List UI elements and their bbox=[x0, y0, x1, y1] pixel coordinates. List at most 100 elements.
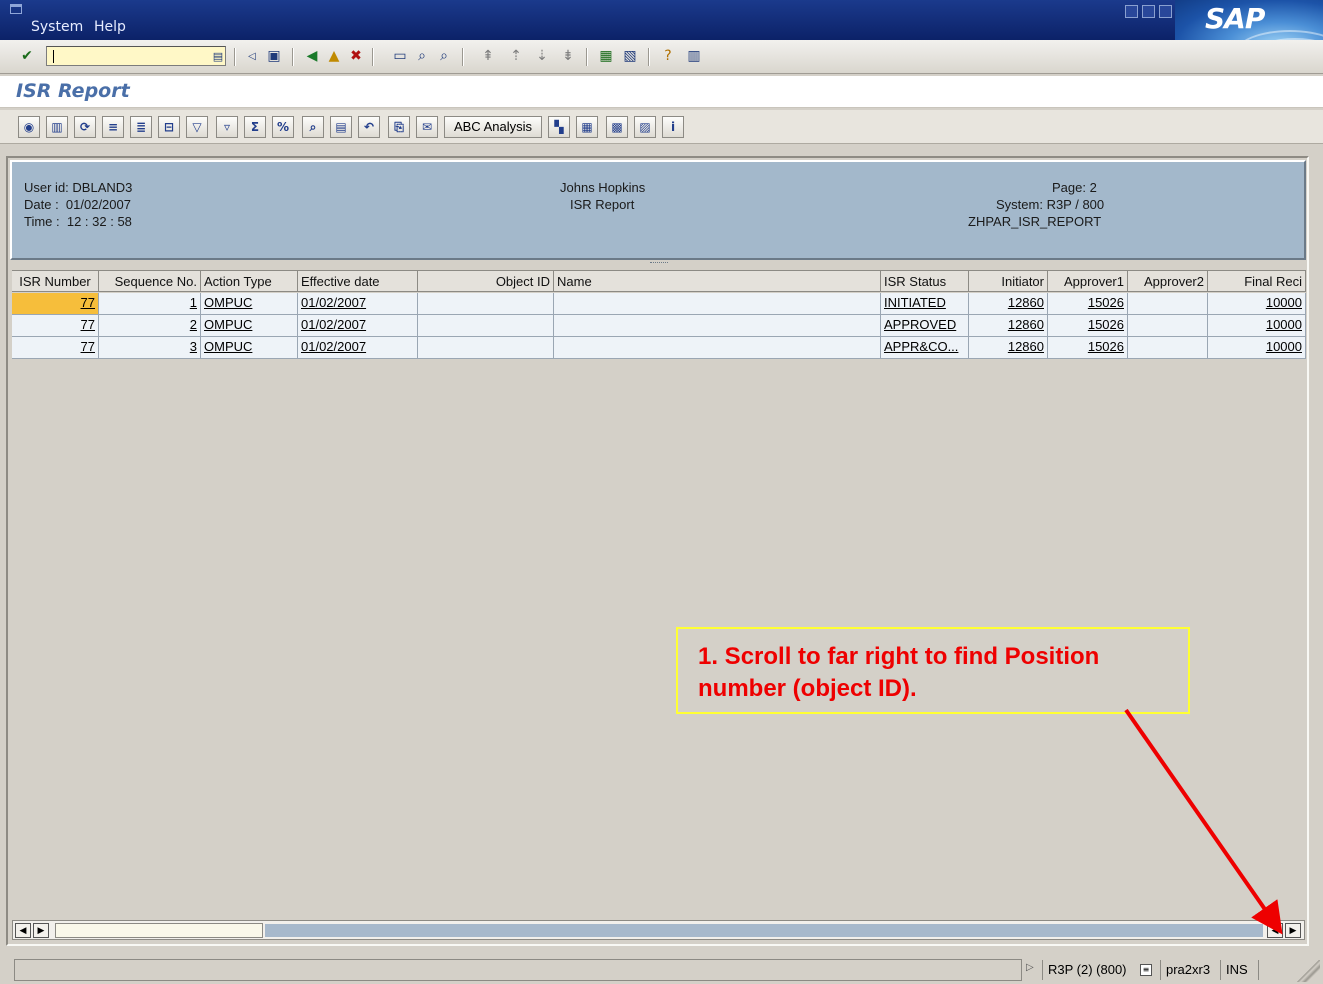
cell-initiator[interactable]: 12860 bbox=[969, 293, 1048, 315]
col-approver1[interactable]: Approver1 bbox=[1048, 270, 1128, 292]
sort-ascending-icon[interactable]: ≡ bbox=[102, 116, 124, 138]
refresh-icon[interactable]: ⟳ bbox=[74, 116, 96, 138]
cell-isr-number[interactable]: 77 bbox=[12, 315, 99, 337]
change-layout-icon[interactable]: ▥ bbox=[46, 116, 68, 138]
cell-object-id[interactable] bbox=[418, 293, 554, 315]
col-effective-date[interactable]: Effective date bbox=[298, 270, 418, 292]
exit-icon[interactable]: ▲ bbox=[324, 46, 344, 66]
scroll-right-icon[interactable]: ◀ bbox=[1267, 923, 1283, 938]
cell-object-id[interactable] bbox=[418, 337, 554, 359]
information-icon[interactable]: i bbox=[662, 116, 684, 138]
back-icon[interactable]: ◀ bbox=[302, 46, 322, 66]
create-session-icon[interactable]: ▦ bbox=[596, 46, 616, 66]
details-icon[interactable]: ◉ bbox=[18, 116, 40, 138]
cell-name[interactable] bbox=[554, 337, 881, 359]
col-name[interactable]: Name bbox=[554, 270, 881, 292]
splitter-handle[interactable] bbox=[650, 262, 668, 265]
cell-approver1[interactable]: 15026 bbox=[1048, 315, 1128, 337]
menu-system[interactable]: System bbox=[31, 19, 83, 35]
cell-sequence-no[interactable]: 3 bbox=[99, 337, 201, 359]
scroll-track[interactable] bbox=[265, 924, 1263, 937]
col-approver2[interactable]: Approver2 bbox=[1128, 270, 1208, 292]
cell-final-recipient[interactable]: 10000 bbox=[1208, 315, 1306, 337]
cell-isr-number[interactable]: 77 bbox=[12, 337, 99, 359]
cell-action-type[interactable]: OMPUC bbox=[201, 337, 298, 359]
find-next-icon[interactable]: ⌕ bbox=[434, 46, 454, 66]
cell-approver2[interactable] bbox=[1128, 337, 1208, 359]
save-icon[interactable]: ▣ bbox=[264, 46, 284, 66]
cell-final-recipient[interactable]: 10000 bbox=[1208, 337, 1306, 359]
cell-initiator[interactable]: 12860 bbox=[969, 337, 1048, 359]
minimize-icon[interactable] bbox=[1125, 5, 1138, 18]
cell-sequence-no[interactable]: 2 bbox=[99, 315, 201, 337]
cell-isr-status[interactable]: INITIATED bbox=[881, 293, 969, 315]
layout-menu-icon[interactable]: ▥ bbox=[684, 46, 704, 66]
back-arrow-icon[interactable]: ◁ bbox=[242, 46, 262, 66]
help-icon[interactable]: ? bbox=[658, 46, 678, 66]
print-icon[interactable]: ▭ bbox=[390, 46, 410, 66]
print-preview-icon[interactable]: ⊟ bbox=[158, 116, 180, 138]
resize-grip-icon[interactable] bbox=[1290, 960, 1320, 982]
horizontal-scrollbar[interactable]: ◀ ▶ ◀ ▶ bbox=[12, 920, 1305, 940]
scroll-last-icon[interactable]: ▶ bbox=[1285, 923, 1301, 938]
set-filter-icon[interactable]: ▿ bbox=[216, 116, 238, 138]
cell-initiator[interactable]: 12860 bbox=[969, 315, 1048, 337]
cell-final-recipient[interactable]: 10000 bbox=[1208, 293, 1306, 315]
cell-effective-date[interactable]: 01/02/2007 bbox=[298, 293, 418, 315]
restore-icon[interactable] bbox=[1142, 5, 1155, 18]
cell-name[interactable] bbox=[554, 315, 881, 337]
cell-action-type[interactable]: OMPUC bbox=[201, 293, 298, 315]
cell-approver1[interactable]: 15026 bbox=[1048, 337, 1128, 359]
previous-page-icon[interactable]: ⇡ bbox=[506, 46, 526, 66]
col-final-recipient[interactable]: Final Reci bbox=[1208, 270, 1306, 292]
local-file-icon[interactable]: ⎘ bbox=[388, 116, 410, 138]
cell-sequence-no[interactable]: 1 bbox=[99, 293, 201, 315]
next-page-icon[interactable]: ⇣ bbox=[532, 46, 552, 66]
col-object-id[interactable]: Object ID bbox=[418, 270, 554, 292]
scroll-thumb[interactable] bbox=[55, 923, 263, 938]
enter-icon[interactable]: ✔ bbox=[17, 46, 37, 66]
cell-approver2[interactable] bbox=[1128, 315, 1208, 337]
cell-isr-status[interactable]: APPR&CO... bbox=[881, 337, 969, 359]
session-icon[interactable]: ≡ bbox=[1140, 964, 1152, 976]
save-layout-icon[interactable]: ▩ bbox=[606, 116, 628, 138]
subtotal-icon[interactable]: % bbox=[272, 116, 294, 138]
col-isr-number[interactable]: ISR Number bbox=[12, 270, 99, 292]
scroll-first-icon[interactable]: ◀ bbox=[15, 923, 31, 938]
mail-recipient-icon[interactable]: ✉ bbox=[416, 116, 438, 138]
cell-object-id[interactable] bbox=[418, 315, 554, 337]
cancel-icon[interactable]: ✖ bbox=[346, 46, 366, 66]
cell-approver2[interactable] bbox=[1128, 293, 1208, 315]
graphic-icon[interactable]: ▚ bbox=[548, 116, 570, 138]
close-window-icon[interactable] bbox=[1159, 5, 1172, 18]
command-field[interactable] bbox=[46, 46, 226, 66]
sort-descending-icon[interactable]: ≣ bbox=[130, 116, 152, 138]
system-menu-icon[interactable] bbox=[10, 4, 22, 14]
expand-status-icon[interactable]: ▷ bbox=[1026, 962, 1034, 973]
word-processing-icon[interactable]: ↶ bbox=[358, 116, 380, 138]
sum-icon[interactable]: Σ bbox=[244, 116, 266, 138]
col-sequence-no[interactable]: Sequence No. bbox=[99, 270, 201, 292]
find-in-list-icon[interactable]: ⌕ bbox=[302, 116, 324, 138]
cell-name[interactable] bbox=[554, 293, 881, 315]
cell-effective-date[interactable]: 01/02/2007 bbox=[298, 337, 418, 359]
scroll-left-icon[interactable]: ▶ bbox=[33, 923, 49, 938]
last-page-icon[interactable]: ⇟ bbox=[558, 46, 578, 66]
manage-layout-icon[interactable]: ▨ bbox=[634, 116, 656, 138]
cell-effective-date[interactable]: 01/02/2007 bbox=[298, 315, 418, 337]
col-isr-status[interactable]: ISR Status bbox=[881, 270, 969, 292]
col-action-type[interactable]: Action Type bbox=[201, 270, 298, 292]
choose-layout-icon[interactable]: ▦ bbox=[576, 116, 598, 138]
col-initiator[interactable]: Initiator bbox=[969, 270, 1048, 292]
cell-isr-number[interactable]: 77 bbox=[12, 293, 99, 315]
cell-approver1[interactable]: 15026 bbox=[1048, 293, 1128, 315]
find-icon[interactable]: ⌕ bbox=[412, 46, 432, 66]
cell-action-type[interactable]: OMPUC bbox=[201, 315, 298, 337]
abc-analysis-button[interactable]: ABC Analysis bbox=[444, 116, 542, 138]
spreadsheet-icon[interactable]: ▤ bbox=[330, 116, 352, 138]
first-page-icon[interactable]: ⇞ bbox=[478, 46, 498, 66]
cell-isr-status[interactable]: APPROVED bbox=[881, 315, 969, 337]
command-history-icon[interactable]: ▤ bbox=[208, 46, 228, 66]
filter-icon[interactable]: ▽ bbox=[186, 116, 208, 138]
shortcut-icon[interactable]: ▧ bbox=[620, 46, 640, 66]
